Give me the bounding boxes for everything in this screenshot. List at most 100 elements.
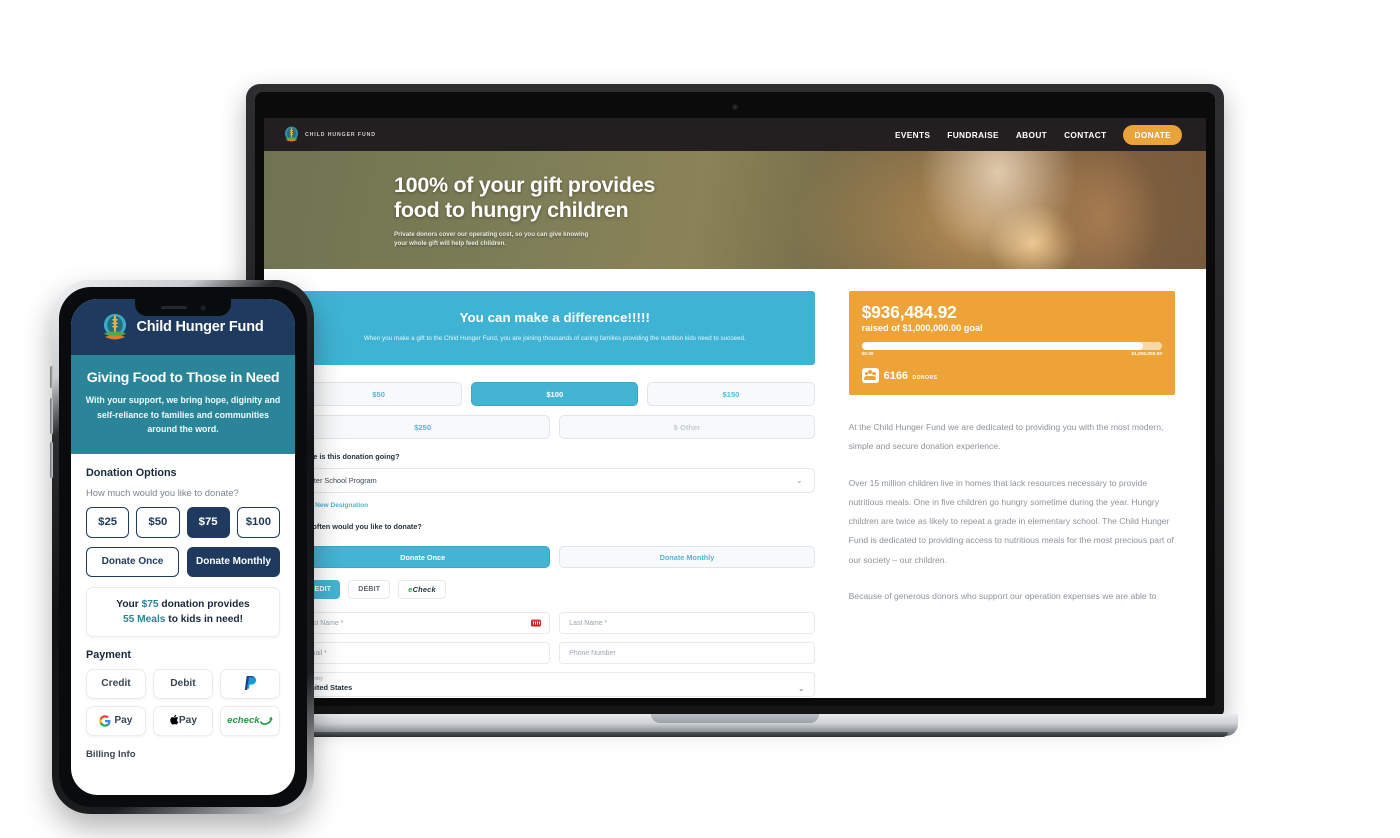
hero-subtext-line1: Private donors cover our operating cost,… (394, 231, 589, 238)
frequency-options: Donate Once Donate Monthly (295, 546, 815, 568)
phone-pay-apple[interactable]: Pay (152, 705, 213, 736)
phone-frequency-options: Donate Once Donate Monthly (86, 546, 280, 577)
goal-scale-min: $0.00 (861, 352, 874, 357)
phone-donate-once-button[interactable]: Donate Once (86, 546, 179, 577)
google-g-icon (99, 714, 111, 728)
phone-payment-methods: Credit Debit Pay Pay echeck (86, 668, 280, 736)
first-name-field[interactable]: First Name * (295, 612, 551, 634)
chf-logo-icon (284, 126, 299, 143)
last-name-placeholder: Last Name * (569, 619, 608, 627)
frequency-once-button[interactable]: Donate Once (295, 546, 551, 568)
donation-form-column: You can make a difference!!!!! When you … (295, 291, 815, 698)
phone-pay-debit[interactable]: Debit (152, 668, 213, 699)
screenshot-root: CHILD HUNGER FUND EVENTS FUNDRAISE ABOUT… (0, 0, 1400, 838)
phone-volume-up-button[interactable] (50, 398, 53, 434)
donor-count-number: 6166 (883, 370, 909, 382)
amount-option-100[interactable]: $100 (471, 382, 639, 406)
goal-target-text: raised of $1,000,000.00 goal (861, 323, 983, 333)
laptop-mockup: CHILD HUNGER FUND EVENTS FUNDRAISE ABOUT… (232, 84, 1238, 737)
phone-impact-line2: 55 Meals to kids in need! (122, 613, 244, 625)
phone-hero-text: With your support, we bring hope, digini… (85, 395, 281, 434)
phone-amount-75[interactable]: $75 (186, 506, 230, 538)
email-field[interactable]: Email * (295, 642, 551, 664)
phone-question: How much would you like to donate? (86, 486, 239, 498)
phone-pay-google[interactable]: Pay (86, 705, 146, 736)
contact-row: Email * Phone Number (295, 642, 815, 664)
phone-section-title: Donation Options (86, 466, 177, 479)
site-brand-name: CHILD HUNGER FUND (305, 131, 376, 138)
goal-progress-card: $936,484.92 raised of $1,000,000.00 goal… (848, 291, 1175, 395)
phone-pay-paypal[interactable] (219, 668, 280, 699)
goal-scale-max: $1,000,000.00 (1131, 352, 1162, 357)
country-value: United States (305, 683, 353, 692)
phone-field[interactable]: Phone Number (559, 642, 815, 664)
laptop-base-shadow (242, 732, 1228, 737)
tab-debit[interactable]: DEBIT (348, 580, 391, 599)
donors-group-icon (861, 367, 879, 383)
donor-count-block: 6166 DONORS (861, 366, 1162, 384)
goal-progress-bar (861, 342, 1162, 350)
chf-logo-icon (102, 313, 128, 342)
frequency-monthly-button[interactable]: Donate Monthly (559, 546, 815, 568)
laptop-screen-bezel: CHILD HUNGER FUND EVENTS FUNDRAISE ABOUT… (255, 92, 1215, 706)
goal-progress-fill (861, 342, 1143, 350)
chevron-down-icon: ⌄ (795, 476, 803, 485)
nav-link-about[interactable]: ABOUT (1016, 130, 1047, 140)
nav-donate-button[interactable]: DONATE (1123, 124, 1182, 145)
page-content: You can make a difference!!!!! When you … (264, 269, 1206, 698)
card-brand-icon (531, 619, 542, 627)
phone-amount-50[interactable]: $50 (136, 506, 180, 538)
sidebar-paragraph-3: Because of generous donors who support o… (848, 591, 1157, 602)
amount-option-50[interactable]: $50 (295, 382, 463, 406)
nav-link-contact[interactable]: CONTACT (1064, 130, 1106, 140)
phone-amount-25[interactable]: $25 (86, 506, 130, 538)
designation-label: Where is this donation going? (295, 452, 400, 461)
amount-option-150[interactable]: $150 (647, 382, 815, 406)
tab-echeck[interactable]: e Check (398, 580, 446, 599)
phone-pay-credit[interactable]: Credit (86, 668, 146, 699)
laptop-camera-icon (732, 104, 738, 110)
promo-title: You can make a difference!!!!! (459, 310, 650, 325)
phone-placeholder: Phone Number (569, 649, 616, 657)
phone-speaker-icon (160, 306, 187, 309)
phone-pay-echeck[interactable]: echeck (219, 705, 280, 736)
phone-billing-info-link[interactable]: Billing Info (86, 749, 280, 760)
promo-banner: You can make a difference!!!!! When you … (295, 291, 815, 365)
last-name-field[interactable]: Last Name * (559, 612, 815, 634)
donor-count-label: DONORS (912, 375, 938, 381)
phone-camera-icon (199, 304, 206, 311)
phone-impact-line1: Your $75 donation provides (116, 598, 250, 610)
site-navbar: CHILD HUNGER FUND EVENTS FUNDRAISE ABOUT… (264, 118, 1206, 151)
phone-mute-switch[interactable] (50, 366, 53, 388)
country-select[interactable]: Country United States ⌄ (295, 672, 815, 697)
hero-headline-line1: 100% of your gift provides (394, 173, 656, 197)
phone-volume-down-button[interactable] (50, 442, 53, 478)
designation-select[interactable]: After School Program ⌄ (295, 468, 815, 493)
billing-fields: First Name * Last Name * Email * Phone N… (295, 612, 815, 698)
phone-amount-options: $25 $50 $75 $100 (86, 506, 280, 538)
country-label: Country (305, 676, 805, 682)
phone-amount-100[interactable]: $100 (236, 506, 280, 538)
frequency-label: How often would you like to donate? (295, 522, 422, 531)
chevron-down-icon: ⌄ (797, 684, 805, 693)
amount-option-other[interactable]: $ Other (559, 415, 815, 439)
phone-bezel: Child Hunger Fund Giving Food to Those i… (59, 287, 307, 807)
amount-option-250[interactable]: $250 (295, 415, 551, 439)
phone-screen: Child Hunger Fund Giving Food to Those i… (71, 299, 295, 795)
apple-logo-icon (169, 714, 179, 727)
laptop-lid: CHILD HUNGER FUND EVENTS FUNDRAISE ABOUT… (246, 84, 1224, 716)
add-designation-link[interactable]: + Add New Designation (295, 502, 815, 509)
nav-link-events[interactable]: EVENTS (895, 130, 930, 140)
laptop-screen: CHILD HUNGER FUND EVENTS FUNDRAISE ABOUT… (264, 118, 1206, 698)
phone-pay-echeck-label: echeck (227, 715, 260, 726)
site-brand[interactable]: CHILD HUNGER FUND (284, 126, 376, 143)
sidebar-paragraph-2: Over 15 million children live in homes t… (848, 477, 1174, 565)
phone-donate-monthly-button[interactable]: Donate Monthly (187, 546, 280, 577)
phone-impact-meals: 55 Meals (122, 613, 166, 625)
promo-subtitle: When you make a gift to the Child Hunger… (363, 335, 746, 342)
donor-count-text: 6166 DONORS (884, 366, 938, 384)
hero-copy: 100% of your gift provides food to hungr… (394, 173, 655, 248)
echeck-swoosh-icon (259, 714, 273, 727)
hero-banner: 100% of your gift provides food to hungr… (264, 151, 1206, 269)
nav-link-fundraise[interactable]: FUNDRAISE (947, 130, 999, 140)
